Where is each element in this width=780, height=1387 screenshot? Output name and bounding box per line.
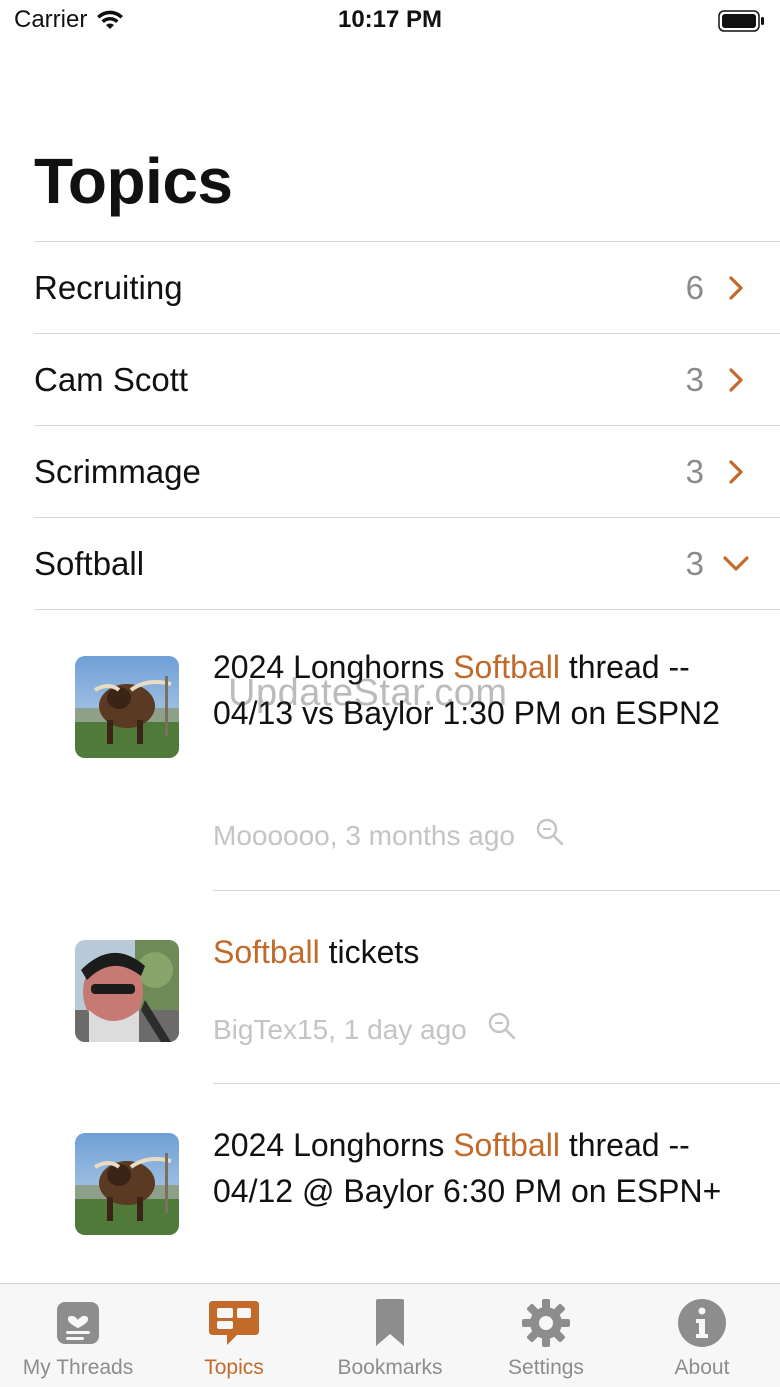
thread-title: 2024 Longhorns Softball thread -- 04/13 … — [213, 644, 750, 736]
longhorn-avatar — [75, 656, 179, 758]
thread-meta-text: Moooooo, 3 months ago — [213, 819, 515, 851]
longhorn-avatar — [75, 1133, 179, 1235]
tab-label: Settings — [508, 1356, 584, 1379]
thread-title: 2024 Longhorns Softball thread -- 04/12 … — [213, 1122, 750, 1214]
topic-row-cam-scott[interactable]: Cam Scott 3 — [34, 333, 780, 425]
topics-list: Recruiting 6 Cam Scott 3 Scrimmage 3 Sof… — [34, 241, 780, 610]
gear-icon — [521, 1296, 571, 1350]
thread-title-text: 2024 Longhorns — [213, 649, 454, 685]
search-icon[interactable] — [487, 1011, 517, 1048]
bookmark-icon — [373, 1296, 407, 1350]
thread-title-highlight: Softball — [213, 934, 320, 970]
topics-icon — [207, 1296, 261, 1350]
thread-meta-text: BigTex15, 1 day ago — [213, 1013, 467, 1045]
tab-about[interactable]: About — [624, 1284, 780, 1387]
chevron-right-icon — [722, 459, 750, 485]
status-time: 10:17 PM — [337, 6, 443, 33]
thread-title-text: tickets — [319, 934, 420, 970]
tab-label: About — [674, 1356, 730, 1379]
topic-row-recruiting[interactable]: Recruiting 6 — [34, 241, 780, 333]
thread-title-highlight: Softball — [453, 649, 560, 685]
thread-meta: BigTex15, 1 day ago — [213, 1011, 517, 1048]
tab-my-threads[interactable]: My Threads — [0, 1284, 156, 1387]
info-icon — [677, 1296, 727, 1350]
person-avatar — [75, 940, 179, 1042]
tab-settings[interactable]: Settings — [468, 1284, 624, 1387]
battery-icon — [718, 10, 766, 37]
thread-title-highlight: Softball — [453, 1127, 560, 1163]
topic-count: 3 — [685, 544, 704, 582]
thread-meta: Moooooo, 3 months ago — [213, 817, 565, 854]
topic-count: 3 — [685, 452, 704, 490]
chevron-down-icon — [722, 555, 750, 573]
thread-divider — [213, 890, 780, 891]
topic-row-softball[interactable]: Softball 3 — [34, 517, 780, 610]
page-title: Topics — [34, 145, 233, 217]
topic-label: Cam Scott — [34, 360, 189, 398]
thread-title-text: 2024 Longhorns — [213, 1127, 454, 1163]
topic-row-scrimmage[interactable]: Scrimmage 3 — [34, 425, 780, 517]
status-bar: Carrier 10:17 PM — [0, 0, 780, 44]
thread-divider — [213, 1083, 780, 1084]
topic-count: 6 — [685, 268, 704, 306]
topic-count: 3 — [685, 360, 704, 398]
tab-bar: My Threads Topics Bookmarks Settings Abo… — [0, 1283, 780, 1387]
topic-label: Recruiting — [34, 268, 183, 306]
topic-label: Softball — [34, 544, 145, 582]
tab-label: Topics — [204, 1356, 264, 1379]
topic-label: Scrimmage — [34, 452, 201, 490]
search-icon[interactable] — [535, 817, 565, 854]
chevron-right-icon — [722, 275, 750, 301]
tab-bookmarks[interactable]: Bookmarks — [312, 1284, 468, 1387]
tab-label: My Threads — [22, 1356, 134, 1379]
chevron-right-icon — [722, 367, 750, 393]
thread-title: Softball tickets — [213, 929, 750, 975]
tab-label: Bookmarks — [337, 1356, 443, 1379]
tab-topics[interactable]: Topics — [156, 1284, 312, 1387]
my-threads-icon — [55, 1296, 101, 1350]
